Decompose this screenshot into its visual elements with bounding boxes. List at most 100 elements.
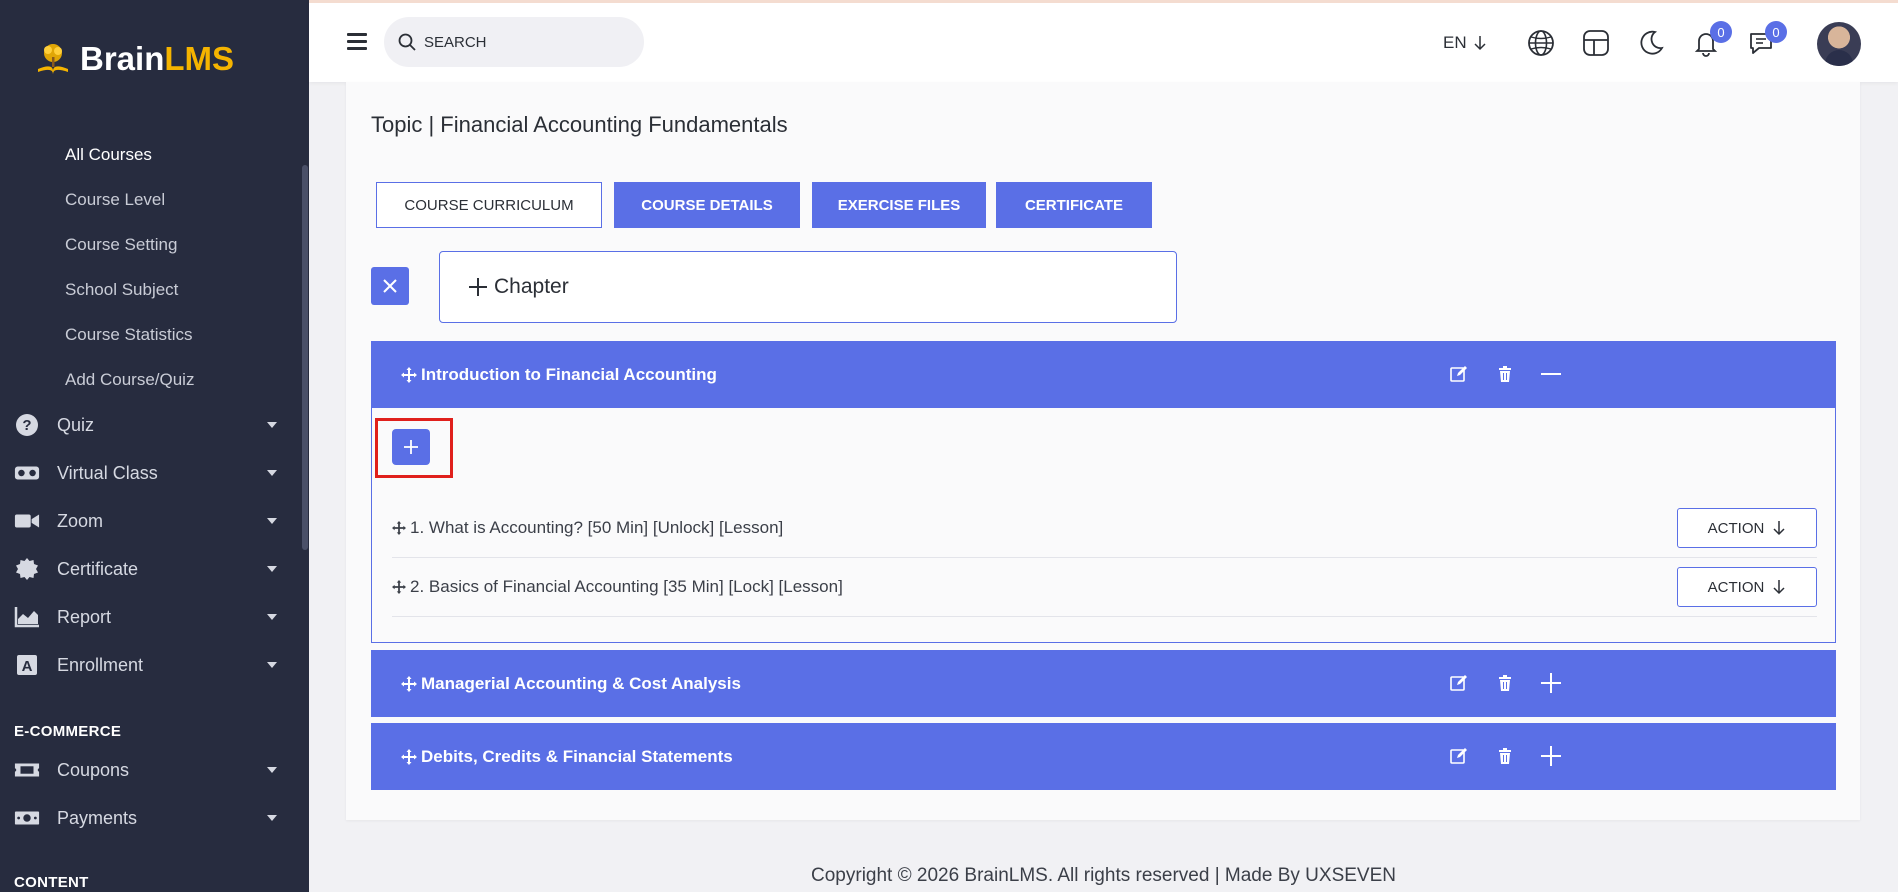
sidebar-subitem-all-courses[interactable]: All Courses <box>65 145 152 165</box>
sidebar-item-virtual-class[interactable]: Virtual Class <box>0 457 300 489</box>
add-chapter-label: Chapter <box>494 275 569 298</box>
caret-down-icon <box>267 422 277 428</box>
close-add-chapter-button[interactable] <box>371 267 409 305</box>
layout-icon[interactable] <box>1580 27 1612 59</box>
caret-down-icon <box>267 815 277 821</box>
sidebar-item-payments[interactable]: Payments <box>0 802 300 834</box>
search-input[interactable] <box>424 33 624 51</box>
sidebar-subitem-course-setting[interactable]: Course Setting <box>65 235 177 255</box>
brand-name-brain: Brain <box>80 40 165 77</box>
moon-icon[interactable] <box>1635 27 1667 59</box>
add-lesson-button[interactable] <box>392 429 430 465</box>
chapter-header[interactable]: Introduction to Financial Accounting <box>371 341 1836 408</box>
add-chapter-button[interactable]: Chapter <box>439 251 1177 323</box>
topbar: EN 0 0 <box>309 0 1898 82</box>
brand-name-lms: LMS <box>164 40 235 77</box>
svg-text:A: A <box>22 658 33 675</box>
sidebar-item-label: Enrollment <box>57 654 144 675</box>
sidebar-item-quiz[interactable]: ? Quiz <box>0 409 300 441</box>
sidebar-item-certificate[interactable]: Certificate <box>0 553 300 585</box>
edit-icon[interactable] <box>1448 363 1470 385</box>
trash-icon[interactable] <box>1494 745 1516 767</box>
lesson-action-button[interactable]: ACTION <box>1677 567 1817 607</box>
edit-icon[interactable] <box>1448 745 1470 767</box>
footer-copyright: Copyright © 2026 BrainLMS. All rights re… <box>811 865 1396 886</box>
main-card: Topic | Financial Accounting Fundamental… <box>346 82 1860 820</box>
language-label: EN <box>1443 33 1467 52</box>
vr-headset-icon <box>14 461 40 485</box>
expand-plus-icon[interactable] <box>1540 745 1562 767</box>
sidebar-subitem-course-statistics[interactable]: Course Statistics <box>65 325 193 345</box>
notifications-badge: 0 <box>1710 21 1732 43</box>
lesson-title[interactable]: 1. What is Accounting? [50 Min] [Unlock]… <box>410 518 783 538</box>
chapter-title: Debits, Credits & Financial Statements <box>421 746 733 766</box>
lesson-title[interactable]: 2. Basics of Financial Accounting [35 Mi… <box>410 577 843 597</box>
sidebar-subitem-course-level[interactable]: Course Level <box>65 190 165 210</box>
sidebar: BrainLMS All Courses Course Level Course… <box>0 0 309 892</box>
trash-icon[interactable] <box>1494 363 1516 385</box>
drag-move-icon[interactable] <box>401 748 417 765</box>
lesson-action-button[interactable]: ACTION <box>1677 508 1817 548</box>
sidebar-scrollbar[interactable] <box>302 165 308 550</box>
trash-icon[interactable] <box>1494 672 1516 694</box>
language-selector[interactable]: EN <box>1443 33 1487 53</box>
user-avatar[interactable] <box>1817 22 1861 66</box>
area-chart-icon <box>14 605 40 629</box>
tab-exercise-files[interactable]: EXERCISE FILES <box>812 182 986 228</box>
drag-move-icon[interactable] <box>392 521 406 535</box>
chapter-body: 1. What is Accounting? [50 Min] [Unlock]… <box>371 408 1836 643</box>
caret-down-icon <box>267 614 277 620</box>
arrow-down-icon <box>1773 521 1785 536</box>
sidebar-item-label: Quiz <box>57 414 95 435</box>
arrow-down-icon <box>1474 36 1486 51</box>
money-bill-icon <box>14 806 40 830</box>
caret-down-icon <box>267 566 277 572</box>
chapter-title: Introduction to Financial Accounting <box>421 364 717 384</box>
globe-icon[interactable] <box>1525 27 1557 59</box>
drag-move-icon[interactable] <box>401 675 417 692</box>
messages-icon[interactable]: 0 <box>1745 21 1787 59</box>
sidebar-subitem-add-course-quiz[interactable]: Add Course/Quiz <box>65 370 194 390</box>
edit-icon[interactable] <box>1448 672 1470 694</box>
sidebar-item-zoom[interactable]: Zoom <box>0 505 300 537</box>
caret-down-icon <box>267 518 277 524</box>
chapter-header[interactable]: Managerial Accounting & Cost Analysis <box>371 650 1836 717</box>
arrow-down-icon <box>1773 580 1785 595</box>
close-icon <box>383 279 397 293</box>
caret-down-icon <box>267 470 277 476</box>
chapter-header[interactable]: Debits, Credits & Financial Statements <box>371 723 1836 790</box>
letter-a-box-icon: A <box>14 653 40 677</box>
video-camera-icon <box>14 509 40 533</box>
certificate-badge-icon <box>14 557 40 581</box>
expand-plus-icon[interactable] <box>1540 672 1562 694</box>
question-circle-icon: ? <box>14 413 40 437</box>
caret-down-icon <box>267 767 277 773</box>
sidebar-item-label: Report <box>57 606 112 627</box>
book-tree-icon <box>38 44 68 74</box>
collapse-minus-icon[interactable] <box>1540 363 1562 385</box>
tab-course-details[interactable]: COURSE DETAILS <box>614 182 800 228</box>
page-title: Topic | Financial Accounting Fundamental… <box>371 112 788 137</box>
drag-move-icon[interactable] <box>401 366 417 383</box>
tab-course-curriculum[interactable]: COURSE CURRICULUM <box>376 182 602 228</box>
chapter-title: Managerial Accounting & Cost Analysis <box>421 673 741 693</box>
action-label: ACTION <box>1707 519 1765 537</box>
action-label: ACTION <box>1707 578 1765 596</box>
sidebar-item-enrollment[interactable]: A Enrollment <box>0 649 300 681</box>
sidebar-item-coupons[interactable]: Coupons <box>0 754 300 786</box>
plus-icon <box>469 278 487 296</box>
drag-move-icon[interactable] <box>392 580 406 594</box>
sidebar-section-ecommerce: E-COMMERCE <box>14 723 122 740</box>
svg-text:?: ? <box>22 417 31 434</box>
search-icon <box>398 33 416 51</box>
menu-toggle-icon[interactable] <box>347 33 367 50</box>
tab-certificate[interactable]: CERTIFICATE <box>996 182 1152 228</box>
sidebar-item-label: Certificate <box>57 558 139 579</box>
brand-logo[interactable]: BrainLMS <box>34 40 234 78</box>
sidebar-subitem-school-subject[interactable]: School Subject <box>65 280 178 300</box>
search-box[interactable] <box>384 17 644 67</box>
sidebar-item-report[interactable]: Report <box>0 601 300 633</box>
plus-icon <box>404 440 418 454</box>
notifications-bell-icon[interactable]: 0 <box>1690 21 1732 59</box>
sidebar-item-label: Coupons <box>57 759 130 780</box>
